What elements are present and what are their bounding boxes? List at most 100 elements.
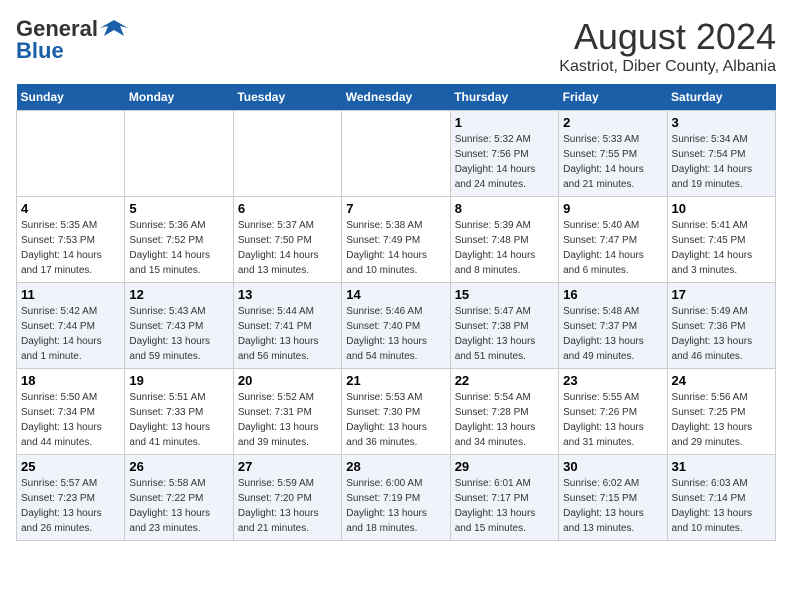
day-info: Sunrise: 5:59 AMSunset: 7:20 PMDaylight:… xyxy=(238,476,337,536)
calendar-cell: 22 Sunrise: 5:54 AMSunset: 7:28 PMDayligh… xyxy=(450,369,558,455)
day-info: Sunrise: 5:43 AMSunset: 7:43 PMDaylight:… xyxy=(129,304,228,364)
calendar-body: 1Sunrise: 5:32 AMSunset: 7:56 PMDaylight… xyxy=(17,111,776,541)
day-number: 31 xyxy=(672,459,771,474)
calendar-cell: 7Sunrise: 5:38 AMSunset: 7:49 PMDaylight… xyxy=(342,197,450,283)
calendar-cell: 6Sunrise: 5:37 AMSunset: 7:50 PMDaylight… xyxy=(233,197,341,283)
day-number: 19 xyxy=(129,373,228,388)
calendar-cell xyxy=(17,111,125,197)
calendar-cell: 5 Sunrise: 5:36 AMSunset: 7:52 PMDaylight… xyxy=(125,197,233,283)
day-number: 12 xyxy=(129,287,228,302)
day-number: 5 xyxy=(129,201,228,216)
day-number: 2 xyxy=(563,115,662,130)
calendar-cell: 8Sunrise: 5:39 AMSunset: 7:48 PMDaylight… xyxy=(450,197,558,283)
day-info: Sunrise: 5:52 AMSunset: 7:31 PMDaylight:… xyxy=(238,390,337,450)
calendar-cell: 10Sunrise: 5:41 AMSunset: 7:45 PMDayligh… xyxy=(667,197,775,283)
day-number: 11 xyxy=(21,287,120,302)
calendar-cell: 19Sunrise: 5:51 AMSunset: 7:33 PMDayligh… xyxy=(125,369,233,455)
day-number: 4 xyxy=(21,201,120,216)
day-number: 22 xyxy=(455,373,554,388)
calendar-week-row: 4 Sunrise: 5:35 AMSunset: 7:53 PMDaylight… xyxy=(17,197,776,283)
day-info: Sunrise: 5:32 AMSunset: 7:56 PMDaylight:… xyxy=(455,132,554,192)
day-of-week-header: Saturday xyxy=(667,84,775,111)
calendar-cell xyxy=(233,111,341,197)
day-info: Sunrise: 5:56 AMSunset: 7:25 PMDaylight:… xyxy=(672,390,771,450)
logo: General Blue xyxy=(16,16,128,64)
calendar-cell: 18 Sunrise: 5:50 AMSunset: 7:34 PMDayligh… xyxy=(17,369,125,455)
calendar-cell: 28 Sunrise: 6:00 AMSunset: 7:19 PMDayligh… xyxy=(342,455,450,541)
day-number: 27 xyxy=(238,459,337,474)
day-info: Sunrise: 5:57 AMSunset: 7:23 PMDaylight:… xyxy=(21,476,120,536)
calendar-cell: 23Sunrise: 5:55 AMSunset: 7:26 PMDayligh… xyxy=(559,369,667,455)
calendar-week-row: 11 Sunrise: 5:42 AMSunset: 7:44 PMDayligh… xyxy=(17,283,776,369)
calendar-cell: 13 Sunrise: 5:44 AMSunset: 7:41 PMDayligh… xyxy=(233,283,341,369)
calendar-cell: 20 Sunrise: 5:52 AMSunset: 7:31 PMDayligh… xyxy=(233,369,341,455)
calendar-cell: 4 Sunrise: 5:35 AMSunset: 7:53 PMDaylight… xyxy=(17,197,125,283)
calendar-cell: 1Sunrise: 5:32 AMSunset: 7:56 PMDaylight… xyxy=(450,111,558,197)
calendar-cell: 31 Sunrise: 6:03 AMSunset: 7:14 PMDayligh… xyxy=(667,455,775,541)
day-number: 13 xyxy=(238,287,337,302)
day-info: Sunrise: 6:02 AMSunset: 7:15 PMDaylight:… xyxy=(563,476,662,536)
calendar-cell: 17 Sunrise: 5:49 AMSunset: 7:36 PMDayligh… xyxy=(667,283,775,369)
day-info: Sunrise: 5:41 AMSunset: 7:45 PMDaylight:… xyxy=(672,218,771,278)
day-info: Sunrise: 5:49 AMSunset: 7:36 PMDaylight:… xyxy=(672,304,771,364)
title-area: August 2024 Kastriot, Diber County, Alba… xyxy=(559,16,776,76)
calendar-cell xyxy=(125,111,233,197)
day-number: 8 xyxy=(455,201,554,216)
day-number: 24 xyxy=(672,373,771,388)
day-number: 21 xyxy=(346,373,445,388)
day-info: Sunrise: 5:58 AMSunset: 7:22 PMDaylight:… xyxy=(129,476,228,536)
day-number: 6 xyxy=(238,201,337,216)
day-number: 26 xyxy=(129,459,228,474)
subtitle: Kastriot, Diber County, Albania xyxy=(559,58,776,76)
calendar-cell: 25 Sunrise: 5:57 AMSunset: 7:23 PMDayligh… xyxy=(17,455,125,541)
day-of-week-header: Monday xyxy=(125,84,233,111)
day-of-week-header: Sunday xyxy=(17,84,125,111)
day-of-week-header: Tuesday xyxy=(233,84,341,111)
day-number: 25 xyxy=(21,459,120,474)
header: General Blue August 2024 Kastriot, Diber… xyxy=(16,16,776,76)
day-info: Sunrise: 6:00 AMSunset: 7:19 PMDaylight:… xyxy=(346,476,445,536)
day-number: 20 xyxy=(238,373,337,388)
calendar-cell: 24 Sunrise: 5:56 AMSunset: 7:25 PMDayligh… xyxy=(667,369,775,455)
calendar-cell: 26 Sunrise: 5:58 AMSunset: 7:22 PMDayligh… xyxy=(125,455,233,541)
day-info: Sunrise: 5:36 AMSunset: 7:52 PMDaylight:… xyxy=(129,218,228,278)
day-number: 3 xyxy=(672,115,771,130)
day-of-week-header: Thursday xyxy=(450,84,558,111)
day-of-week-header: Wednesday xyxy=(342,84,450,111)
calendar-cell: 2 Sunrise: 5:33 AMSunset: 7:55 PMDaylight… xyxy=(559,111,667,197)
day-info: Sunrise: 5:54 AMSunset: 7:28 PMDaylight:… xyxy=(455,390,554,450)
day-info: Sunrise: 6:01 AMSunset: 7:17 PMDaylight:… xyxy=(455,476,554,536)
day-info: Sunrise: 5:55 AMSunset: 7:26 PMDaylight:… xyxy=(563,390,662,450)
day-number: 16 xyxy=(563,287,662,302)
day-info: Sunrise: 5:35 AMSunset: 7:53 PMDaylight:… xyxy=(21,218,120,278)
day-info: Sunrise: 5:46 AMSunset: 7:40 PMDaylight:… xyxy=(346,304,445,364)
calendar-cell: 30 Sunrise: 6:02 AMSunset: 7:15 PMDayligh… xyxy=(559,455,667,541)
day-info: Sunrise: 5:44 AMSunset: 7:41 PMDaylight:… xyxy=(238,304,337,364)
day-number: 15 xyxy=(455,287,554,302)
day-number: 28 xyxy=(346,459,445,474)
calendar-cell: 27 Sunrise: 5:59 AMSunset: 7:20 PMDayligh… xyxy=(233,455,341,541)
day-info: Sunrise: 5:42 AMSunset: 7:44 PMDaylight:… xyxy=(21,304,120,364)
calendar-cell: 16 Sunrise: 5:48 AMSunset: 7:37 PMDayligh… xyxy=(559,283,667,369)
calendar-cell: 29Sunrise: 6:01 AMSunset: 7:17 PMDayligh… xyxy=(450,455,558,541)
day-info: Sunrise: 5:53 AMSunset: 7:30 PMDaylight:… xyxy=(346,390,445,450)
calendar-header-row: SundayMondayTuesdayWednesdayThursdayFrid… xyxy=(17,84,776,111)
day-number: 14 xyxy=(346,287,445,302)
day-number: 7 xyxy=(346,201,445,216)
day-info: Sunrise: 5:50 AMSunset: 7:34 PMDaylight:… xyxy=(21,390,120,450)
calendar-cell: 15Sunrise: 5:47 AMSunset: 7:38 PMDayligh… xyxy=(450,283,558,369)
calendar-week-row: 1Sunrise: 5:32 AMSunset: 7:56 PMDaylight… xyxy=(17,111,776,197)
calendar-cell: 21 Sunrise: 5:53 AMSunset: 7:30 PMDayligh… xyxy=(342,369,450,455)
calendar-week-row: 25 Sunrise: 5:57 AMSunset: 7:23 PMDayligh… xyxy=(17,455,776,541)
day-number: 30 xyxy=(563,459,662,474)
day-info: Sunrise: 6:03 AMSunset: 7:14 PMDaylight:… xyxy=(672,476,771,536)
day-info: Sunrise: 5:33 AMSunset: 7:55 PMDaylight:… xyxy=(563,132,662,192)
day-number: 17 xyxy=(672,287,771,302)
logo-blue-text: Blue xyxy=(16,38,64,64)
day-info: Sunrise: 5:34 AMSunset: 7:54 PMDaylight:… xyxy=(672,132,771,192)
day-number: 18 xyxy=(21,373,120,388)
day-number: 9 xyxy=(563,201,662,216)
calendar-cell: 11 Sunrise: 5:42 AMSunset: 7:44 PMDayligh… xyxy=(17,283,125,369)
day-info: Sunrise: 5:48 AMSunset: 7:37 PMDaylight:… xyxy=(563,304,662,364)
calendar-cell: 3 Sunrise: 5:34 AMSunset: 7:54 PMDaylight… xyxy=(667,111,775,197)
